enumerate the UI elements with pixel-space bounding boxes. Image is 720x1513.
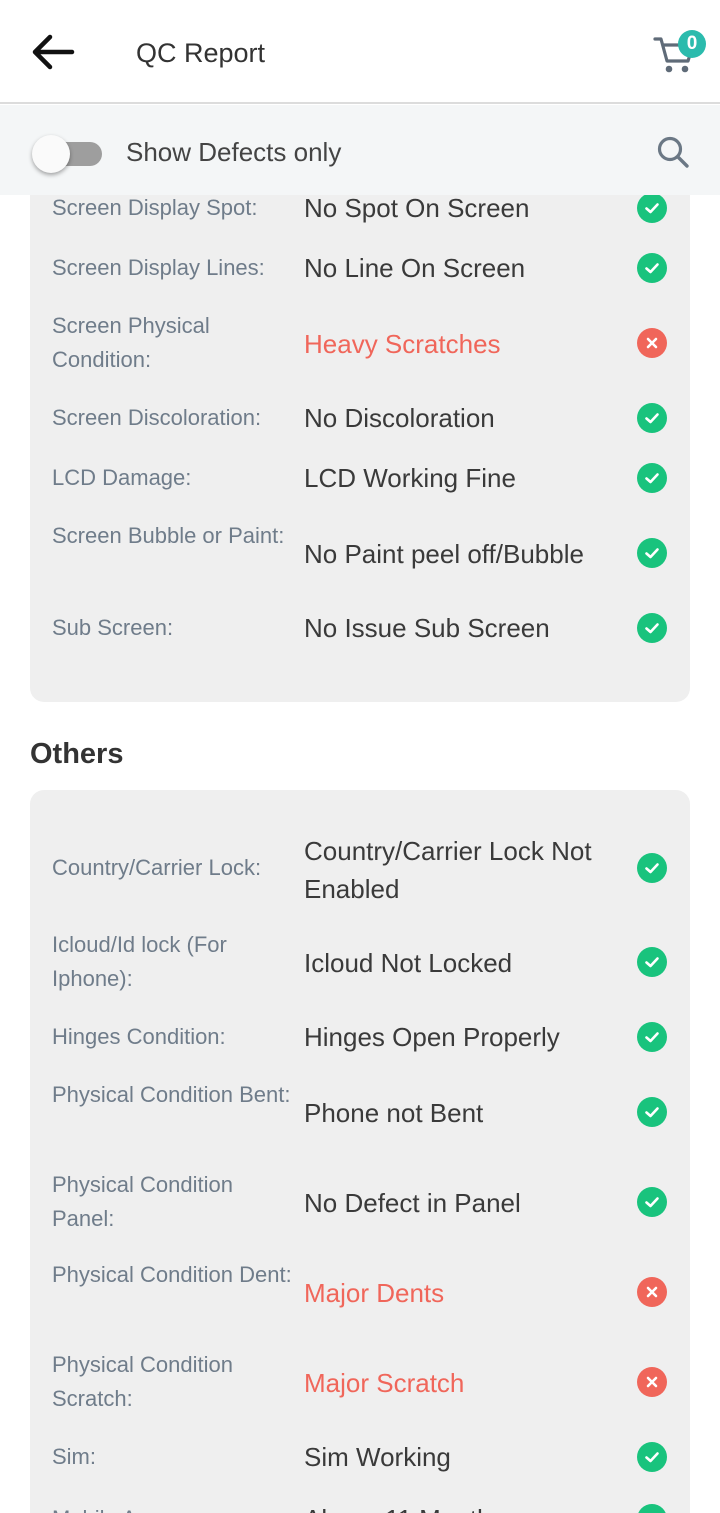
check-value: Hinges Open Properly	[304, 1022, 560, 1052]
check-label: Physical Condition Panel:	[52, 1172, 233, 1231]
check-ok-icon	[637, 1022, 667, 1052]
check-value: No Issue Sub Screen	[304, 613, 550, 643]
check-value: LCD Working Fine	[304, 463, 516, 493]
check-label: LCD Damage:	[52, 465, 192, 490]
check-value: Phone not Bent	[304, 1098, 484, 1128]
page-title: QC Report	[136, 38, 266, 68]
others-checks-card: Country/Carrier Lock: Country/Carrier Lo…	[30, 790, 690, 1513]
check-label: Sim:	[52, 1444, 96, 1469]
check-ok-icon	[637, 1442, 667, 1472]
check-value: Icloud Not Locked	[304, 948, 513, 978]
check-ok-icon	[637, 853, 667, 883]
check-ok-icon	[637, 1187, 667, 1217]
back-arrow-icon[interactable]	[28, 30, 76, 74]
check-ok-icon	[637, 403, 667, 433]
check-value: No Discoloration	[304, 403, 495, 433]
screen-checks-card: Screen Display Spot: No Spot On Screen S…	[30, 150, 690, 702]
check-label: Screen Discoloration:	[52, 405, 262, 430]
check-label: Icloud/Id lock (For Iphone):	[52, 932, 227, 991]
check-label: Mobile Age:	[52, 1502, 292, 1513]
app-header: QC Report 0	[0, 0, 720, 104]
check-ok-icon	[637, 1097, 667, 1127]
check-label: Physical Condition Dent:	[52, 1262, 292, 1287]
check-fail-icon	[637, 1367, 667, 1397]
check-fail-icon	[637, 1277, 667, 1307]
cart-count-badge: 0	[678, 30, 706, 58]
check-value: Country/Carrier Lock Not Enabled	[304, 836, 592, 904]
check-label: Hinges Condition:	[52, 1024, 226, 1049]
check-ok-icon	[637, 947, 667, 977]
toggle-knob	[32, 135, 70, 173]
check-value: Sim Working	[304, 1442, 451, 1472]
check-value: Heavy Scratches	[304, 329, 501, 359]
check-ok-icon	[637, 463, 667, 493]
check-ok-icon	[637, 613, 667, 643]
check-label: Screen Display Lines:	[52, 255, 265, 280]
check-ok-icon	[637, 1504, 667, 1513]
show-defects-label: Show Defects only	[126, 137, 342, 167]
check-ok-icon	[637, 193, 667, 223]
search-icon[interactable]	[656, 135, 690, 169]
section-title-others: Others	[30, 738, 124, 770]
check-value: No Paint peel off/Bubble	[304, 539, 584, 569]
check-ok-icon	[637, 253, 667, 283]
check-label: Physical Condition Scratch:	[52, 1352, 233, 1411]
check-value: No Line On Screen	[304, 253, 526, 283]
check-ok-icon	[637, 538, 667, 568]
check-label: Screen Display Spot:	[52, 195, 258, 220]
check-label: Country/Carrier Lock:	[52, 855, 262, 880]
check-label: Physical Condition Bent:	[52, 1082, 291, 1107]
check-value: Above 11 Months	[304, 1500, 624, 1513]
check-value: No Defect in Panel	[304, 1188, 521, 1218]
check-label: Sub Screen:	[52, 615, 174, 640]
check-value: Major Dents	[304, 1278, 445, 1308]
filter-toolbar: Show Defects only	[0, 105, 720, 195]
check-label: Screen Bubble or Paint:	[52, 523, 285, 548]
check-value: Major Scratch	[304, 1368, 465, 1398]
check-fail-icon	[637, 328, 667, 358]
show-defects-toggle[interactable]	[32, 135, 102, 173]
check-label: Screen Physical Condition:	[52, 313, 210, 372]
